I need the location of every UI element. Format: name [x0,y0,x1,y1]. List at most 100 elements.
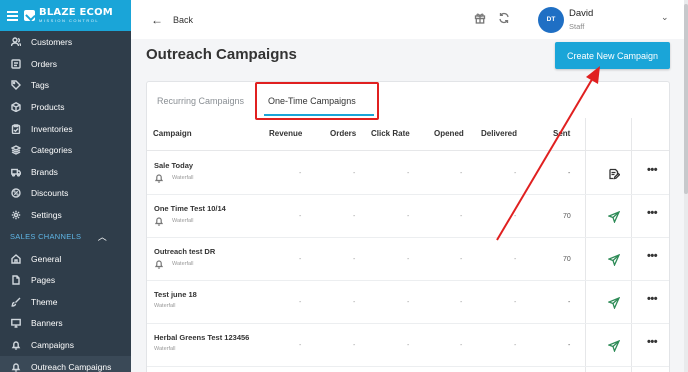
chevron-down-icon[interactable]: ⌄ [661,12,669,23]
sidebar-item-theme[interactable]: Theme [0,291,131,313]
column-header-campaign[interactable]: Campaign [153,129,192,138]
column-header-sent[interactable]: Sent [553,129,570,138]
campaigns-card: Recurring Campaigns One-Time Campaigns C… [146,81,670,372]
campaign-name[interactable]: Sale Today [154,161,193,170]
column-header-orders[interactable]: Orders [330,129,356,138]
sidebar-item-label: Tags [31,80,49,91]
send-icon[interactable] [607,210,621,224]
page-scrollbar[interactable] [684,0,688,372]
sidebar-item-discounts[interactable]: Discounts [0,183,131,205]
table-row[interactable]: Sale Today Waterfall - - - - - - ••• [147,152,669,195]
back-button[interactable]: ← Back [151,13,193,27]
table-row[interactable]: One Time Test 10/14 Waterfall - - - - - … [147,195,669,238]
tab-recurring-campaigns[interactable]: Recurring Campaigns [157,96,244,106]
chevron-up-icon[interactable]: ︿ [98,230,107,243]
bell-icon [154,216,164,226]
more-options-button[interactable]: ••• [647,336,658,348]
cell-click-rate: - [407,170,410,177]
brand-subtitle: MISSION CONTROL [39,18,100,23]
more-options-button[interactable]: ••• [647,250,658,262]
column-header-click-rate[interactable]: Click Rate [371,129,410,138]
sidebar-item-products[interactable]: Products [0,96,131,118]
top-bar: ← Back DT David Staff ⌄ [131,0,688,39]
sidebar-item-label: Products [31,102,65,113]
sidebar-item-label: Discounts [31,188,69,199]
campaign-type-label: Waterfall [154,346,176,352]
bell-icon [10,361,21,372]
annotation-highlight-box [255,82,379,120]
home-icon [10,253,21,264]
campaign-name[interactable]: One Time Test 10/14 [154,204,226,213]
sidebar-item-inventories[interactable]: Inventories [0,118,131,140]
sidebar-item-label: Orders [31,58,57,69]
sidebar-item-settings[interactable]: Settings [0,204,131,226]
sidebar: BLAZE ECOM MISSION CONTROL Customers Ord… [0,0,131,372]
cell-opened: - [460,342,463,349]
cell-orders: - [353,256,356,263]
page-title: Outreach Campaigns [146,46,297,63]
sales-channels-section[interactable]: SALES CHANNELS ︿ [0,226,131,248]
sidebar-item-customers[interactable]: Customers [0,32,131,54]
pages-icon [10,275,21,286]
sidebar-item-outreach-campaigns[interactable]: Outreach Campaigns [0,355,131,372]
more-options-button[interactable]: ••• [647,207,658,219]
orders-icon [10,58,21,69]
sidebar-item-banners[interactable]: Banners [0,313,131,335]
tag-icon [10,80,21,91]
table-row[interactable]: Herbal Greens Test 123456 Waterfall - - … [147,324,669,367]
gear-icon [10,210,21,221]
column-header-revenue[interactable]: Revenue [269,129,302,138]
campaign-type: Waterfall [154,216,194,226]
sidebar-item-brands[interactable]: Brands [0,161,131,183]
scrollbar-thumb[interactable] [684,4,688,194]
table-row[interactable]: Outreach test DR Waterfall - - - - - 70 … [147,238,669,281]
sidebar-item-pages[interactable]: Pages [0,269,131,291]
send-icon[interactable] [607,253,621,267]
more-options-button[interactable]: ••• [647,164,658,176]
refresh-icon[interactable] [498,11,510,29]
brand-logo-icon [24,10,35,21]
sidebar-item-categories[interactable]: Categories [0,139,131,161]
send-icon[interactable] [607,339,621,353]
create-new-campaign-button[interactable]: Create New Campaign [555,42,670,69]
user-name: David [569,8,594,19]
sidebar-item-label: Categories [31,145,73,156]
campaign-type: Waterfall [154,303,176,309]
cell-opened: - [460,299,463,306]
table-row[interactable]: Test june 18 Waterfall - - - - - - ••• [147,281,669,324]
user-menu[interactable]: DT David Staff ⌄ [538,6,669,33]
send-icon[interactable] [607,296,621,310]
cell-click-rate: - [407,342,410,349]
cell-click-rate: - [407,256,410,263]
brand-header: BLAZE ECOM MISSION CONTROL [0,0,131,31]
sidebar-item-campaigns[interactable]: Campaigns [0,334,131,356]
sidebar-item-tags[interactable]: Tags [0,75,131,97]
sidebar-item-label: Banners [31,318,63,329]
cell-orders: - [353,342,356,349]
campaign-type: Waterfall [154,259,194,269]
campaign-type-label: Waterfall [172,218,194,224]
sidebar-item-label: Outreach Campaigns [31,361,112,372]
campaign-name[interactable]: Outreach test DR [154,247,215,256]
campaign-name[interactable]: Test june 18 [154,290,197,299]
sidebar-item-label: General [31,253,62,264]
truck-icon [10,166,21,177]
cell-delivered: - [514,299,517,306]
campaign-name[interactable]: Herbal Greens Test 123456 [154,333,249,342]
cell-sent: - [568,299,571,306]
gift-icon[interactable] [474,11,486,29]
cell-opened: - [460,213,463,220]
sidebar-item-general[interactable]: General [0,248,131,270]
arrow-left-icon: ← [151,12,163,27]
sidebar-item-orders[interactable]: Orders [0,53,131,75]
cell-click-rate: - [407,213,410,220]
more-options-button[interactable]: ••• [647,293,658,305]
cell-opened: - [460,170,463,177]
column-header-delivered[interactable]: Delivered [481,129,517,138]
sidebar-item-label: Pages [31,275,56,286]
hamburger-menu-icon[interactable] [7,10,18,21]
edit-icon[interactable] [608,167,621,180]
column-header-opened[interactable]: Opened [434,129,464,138]
cell-delivered: - [514,213,517,220]
avatar: DT [538,6,564,33]
